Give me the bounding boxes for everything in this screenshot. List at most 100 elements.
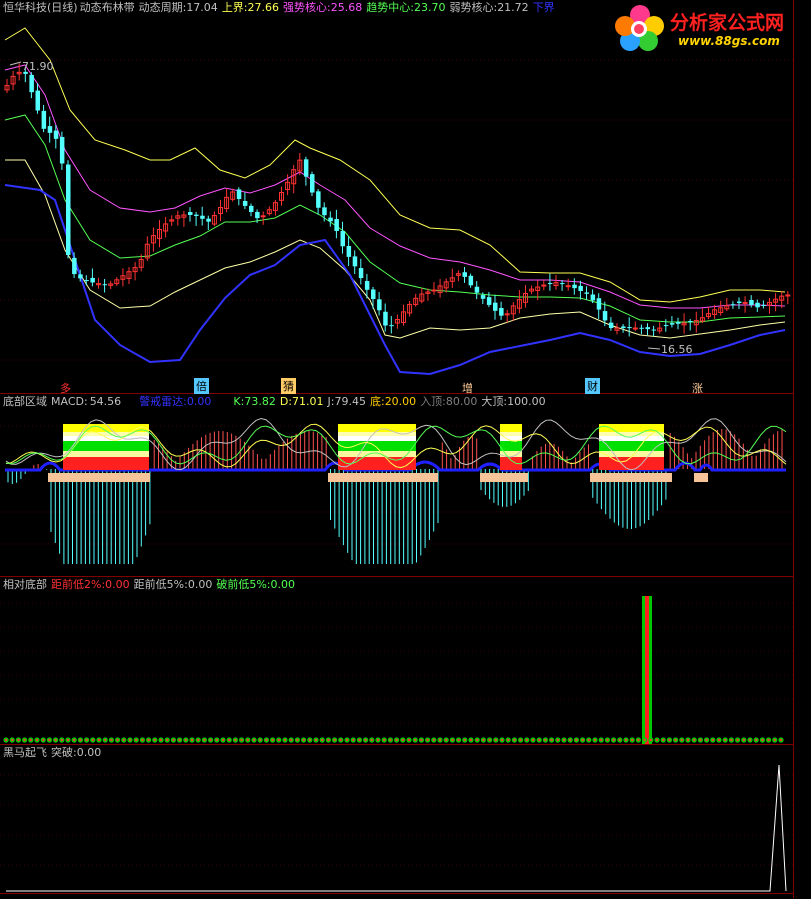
indicator-name: 动态布林带 [79,1,135,14]
candle-body-341 [340,230,345,247]
candle-body-48 [47,126,53,133]
rb-dot-red-285 [283,738,287,742]
top-value: 100.00 [507,395,546,408]
rb-dot-red-514 [513,738,516,742]
macd-panel[interactable]: 底部区域 MACD: 54.56 警戒雷达:0.00 K:73.82 D:71.01 J:7… [0,394,793,577]
candle-body-432 [431,289,437,292]
rb-dot-red-316 [314,738,318,742]
relative-bottom-panel[interactable]: 相对底部 距前低2%:0.00 距前低5%:0.00 破前低5%:0.00 [0,577,793,745]
rb-dot-red-167 [166,738,169,742]
rb-dot-red-353 [352,738,355,742]
breakout-label: 突破: [51,746,77,759]
period-label: 动态周期: [138,1,187,14]
rb-dot-red-173 [172,738,175,742]
rb-dot-red-384 [383,738,386,742]
weak-label: 弱势核心: [449,1,498,14]
rb-dot-red-25 [23,738,26,742]
rb-dot-red-347 [345,738,349,742]
candle-body-194 [194,214,199,216]
signal-stack-0-3 [63,441,149,451]
rb-dot-red-49 [48,738,51,742]
rb-dot-red-459 [457,738,460,742]
logo-url: www.88gs.com [678,34,780,48]
rb-dot-red-452 [451,738,454,742]
macd-header: 底部区域 MACD: 54.56 警戒雷达:0.00 K:73.82 D:71.01 J:7… [3,395,550,408]
rb-dot-red-694 [693,738,696,742]
rb-dot-red-229 [228,738,231,742]
rb-dot-red-180 [178,738,181,742]
candle-body-310 [310,174,315,193]
candle-body-66 [66,164,71,255]
candle-body-639 [639,327,644,329]
candle-body-36 [35,90,40,111]
candle-body-646 [645,327,650,330]
rb-dot-red-428 [426,738,429,742]
rb-dot-red-421 [420,738,423,742]
candle-body-78 [78,274,83,279]
rb-dot-red-397 [395,738,398,742]
candle-body-322 [322,207,327,216]
rb-dot-red-477 [476,738,479,742]
rb-dot-red-80 [79,738,82,742]
rb-dot-red-198 [197,738,200,742]
rb-dot-red-87 [85,738,88,742]
candle-body-54 [53,130,59,139]
candle-body-463 [462,272,467,277]
signal-stack-1-3 [338,441,416,451]
rb-dot-red-99 [97,738,101,742]
rb-dot-red-111 [110,738,113,742]
candle-body-353 [352,256,358,267]
price-panel[interactable]: 恒华科技(日线) 动态布林带 动态周期:17.04 上界:27.66 强势核心:25.6… [0,0,793,395]
break-low-5-value: 0.00 [270,578,296,591]
dist-low-2-label: 距前低2%: [51,578,106,591]
d-value: 71.01 [292,395,324,408]
signal-stack-2-3 [500,441,522,451]
signal-stack-3-5 [599,457,664,470]
candle-body-597 [596,298,602,310]
rb-dot-red-521 [519,738,522,742]
rb-dot-red-750 [748,738,752,742]
candle-body-261 [260,215,266,218]
rb-dot-red-217 [215,738,218,742]
rb-dot-red-186 [184,738,187,742]
rb-dot-red-211 [209,738,212,742]
strong-value: 25.68 [330,1,363,14]
rb-dot-red-415 [414,738,417,742]
candle-body-103 [102,284,108,286]
candle-body-389 [389,325,394,327]
rb-dot-red-43 [42,738,45,742]
break-low-5-label: 破前低5%: [216,578,271,591]
signal-stack-0-4 [63,451,149,457]
candle-body-487 [486,297,492,305]
candle-body-347 [346,246,352,257]
candle-body-621 [621,326,626,328]
candle-body-603 [602,311,608,321]
dist-low-5-label: 距前低5%: [133,578,188,591]
candle-body-243 [242,200,248,206]
bottom-value: 20.00 [384,395,417,408]
rb-dot-red-192 [190,738,194,742]
candle-body-572 [572,284,577,289]
candle-body-42 [41,110,47,129]
rb-dot-red-719 [717,738,721,742]
high-marker: 71.90 [22,60,54,73]
dark-horse-panel[interactable]: 黑马起飞 突破:0.00 [0,745,793,893]
rb-dot-red-533 [531,738,535,742]
candle-body-591 [590,294,596,301]
strong-label: 强势核心: [283,1,331,14]
rb-dot-red-322 [321,738,324,742]
bottom-zone-block-1 [328,473,438,482]
rb-dot-red-725 [724,738,727,742]
rb-dot-red-465 [463,738,466,742]
candle-body-84 [84,280,89,282]
rb-dot-red-130 [128,738,132,742]
signal-stack-0-1 [63,432,149,436]
k-value: 73.82 [244,395,276,408]
rb-dot-red-260 [259,738,262,742]
candle-body-206 [206,218,211,222]
signal-stack-1-4 [338,451,416,457]
rb-dot-red-688 [686,738,690,742]
mid-value: 23.70 [413,1,446,14]
dark-horse-chart [0,764,793,892]
rb-dot-red-471 [469,738,473,742]
